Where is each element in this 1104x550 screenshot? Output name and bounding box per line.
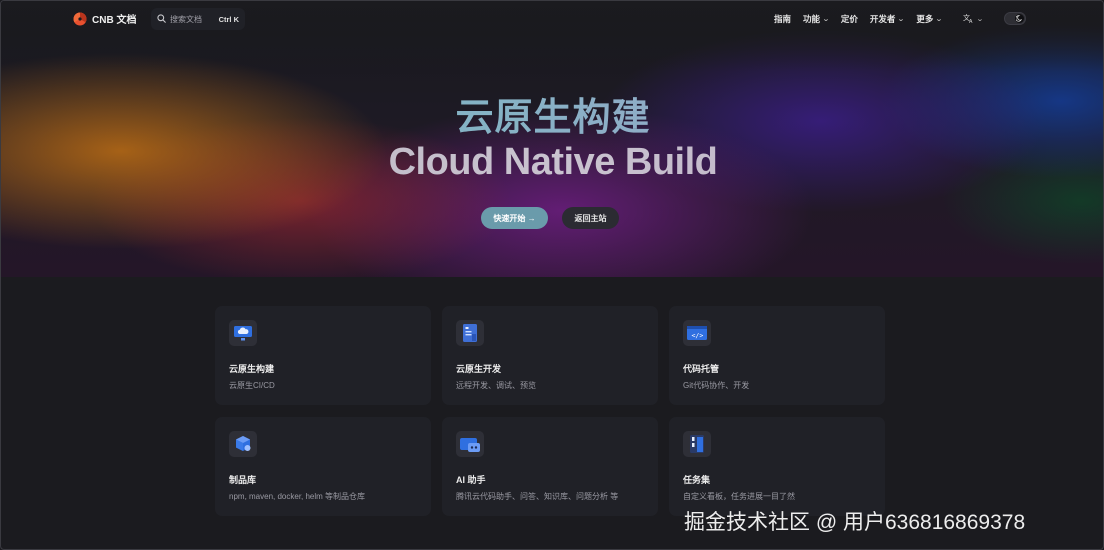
feature-desc: 自定义看板，任务进展一目了然: [683, 492, 795, 501]
nav-link-label: 更多: [916, 14, 934, 24]
translate-icon: 文 A: [963, 13, 974, 25]
nav-links: 指南 功能 ⌄ 定价 开发者 ⌄ 更多 ⌄: [774, 13, 944, 25]
feature-card-cloud-dev[interactable]: 云原生开发 远程开发、调试、预览: [442, 306, 658, 405]
page-frame: CNB 文档 搜索文档 Ctrl K 指南 功能 ⌄ 定价 开发者 ⌄ 更多 ⌄…: [0, 0, 1104, 550]
feature-desc: 云原生CI/CD: [229, 381, 275, 390]
moon-icon: [1015, 14, 1024, 23]
nav-link-label: 指南: [774, 14, 792, 24]
cnb-logo-icon: [73, 12, 87, 26]
svg-text:A: A: [969, 19, 973, 23]
feature-desc: npm, maven, docker, helm 等制品仓库: [229, 492, 366, 501]
chevron-down-icon: ⌄: [822, 16, 830, 23]
nav-link-label: 功能: [803, 14, 821, 24]
search-button[interactable]: 搜索文档 Ctrl K: [151, 8, 245, 30]
package-box-icon: [229, 431, 257, 457]
language-switcher[interactable]: 文 A ⌄: [963, 13, 984, 25]
feature-title: 代码托管: [683, 364, 720, 374]
chevron-down-icon: ⌄: [897, 16, 906, 23]
feature-card-ai-assistant[interactable]: AI 助手 腾讯云代码助手、问答、知识库、问题分析 等: [442, 417, 658, 516]
hero-title-en: Cloud Native Build: [1, 141, 1103, 184]
code-window-icon: </>: [683, 320, 711, 346]
nav-link-more[interactable]: 更多 ⌄: [916, 13, 944, 25]
ai-assistant-icon: [456, 431, 484, 457]
dev-panel-icon: [456, 320, 484, 346]
feature-title: 云原生构建: [229, 364, 275, 374]
search-placeholder: 搜索文档: [170, 14, 202, 24]
feature-desc: 远程开发、调试、预览: [456, 381, 536, 390]
search-shortcut: Ctrl K: [218, 14, 239, 24]
feature-card-artifacts[interactable]: 制品库 npm, maven, docker, helm 等制品仓库: [215, 417, 431, 516]
nav-link-developers[interactable]: 开发者 ⌄: [869, 13, 906, 25]
feature-card-cloud-build[interactable]: 云原生构建 云原生CI/CD: [215, 306, 431, 405]
feature-desc: Git代码协作、开发: [683, 381, 750, 390]
cloud-build-icon: [229, 320, 257, 346]
nav-link-pricing[interactable]: 定价: [841, 13, 858, 25]
feature-title: 任务集: [683, 475, 711, 485]
feature-title: AI 助手: [456, 475, 486, 485]
search-icon: [157, 10, 166, 28]
get-started-button[interactable]: 快速开始 →: [481, 207, 548, 229]
theme-toggle[interactable]: [1004, 12, 1026, 25]
chevron-down-icon: ⌄: [935, 16, 944, 23]
feature-title: 制品库: [229, 475, 257, 485]
top-nav: CNB 文档 搜索文档 Ctrl K 指南 功能 ⌄ 定价 开发者 ⌄ 更多 ⌄…: [1, 1, 1103, 37]
logo-text: CNB 文档: [92, 15, 137, 26]
nav-link-guide[interactable]: 指南: [774, 13, 791, 25]
nav-link-label: 开发者: [869, 14, 896, 24]
task-board-icon: [683, 431, 711, 457]
feature-card-tasks[interactable]: 任务集 自定义看板，任务进展一目了然: [669, 417, 885, 516]
back-to-main-site-button[interactable]: 返回主站: [562, 207, 619, 229]
feature-title: 云原生开发: [456, 364, 502, 374]
logo[interactable]: CNB 文档: [73, 11, 136, 26]
feature-card-code-hosting[interactable]: </> 代码托管 Git代码协作、开发: [669, 306, 885, 405]
svg-text:</>: </>: [692, 332, 704, 340]
feature-desc: 腾讯云代码助手、问答、知识库、问题分析 等: [456, 492, 619, 501]
chevron-down-icon: ⌄: [976, 16, 984, 23]
hero-title-cn: 云原生构建: [1, 86, 1103, 141]
nav-link-label: 定价: [840, 14, 858, 24]
watermark-text: 掘金技术社区 @ 用户636816869378: [684, 511, 1026, 534]
nav-link-features[interactable]: 功能 ⌄: [803, 13, 830, 25]
